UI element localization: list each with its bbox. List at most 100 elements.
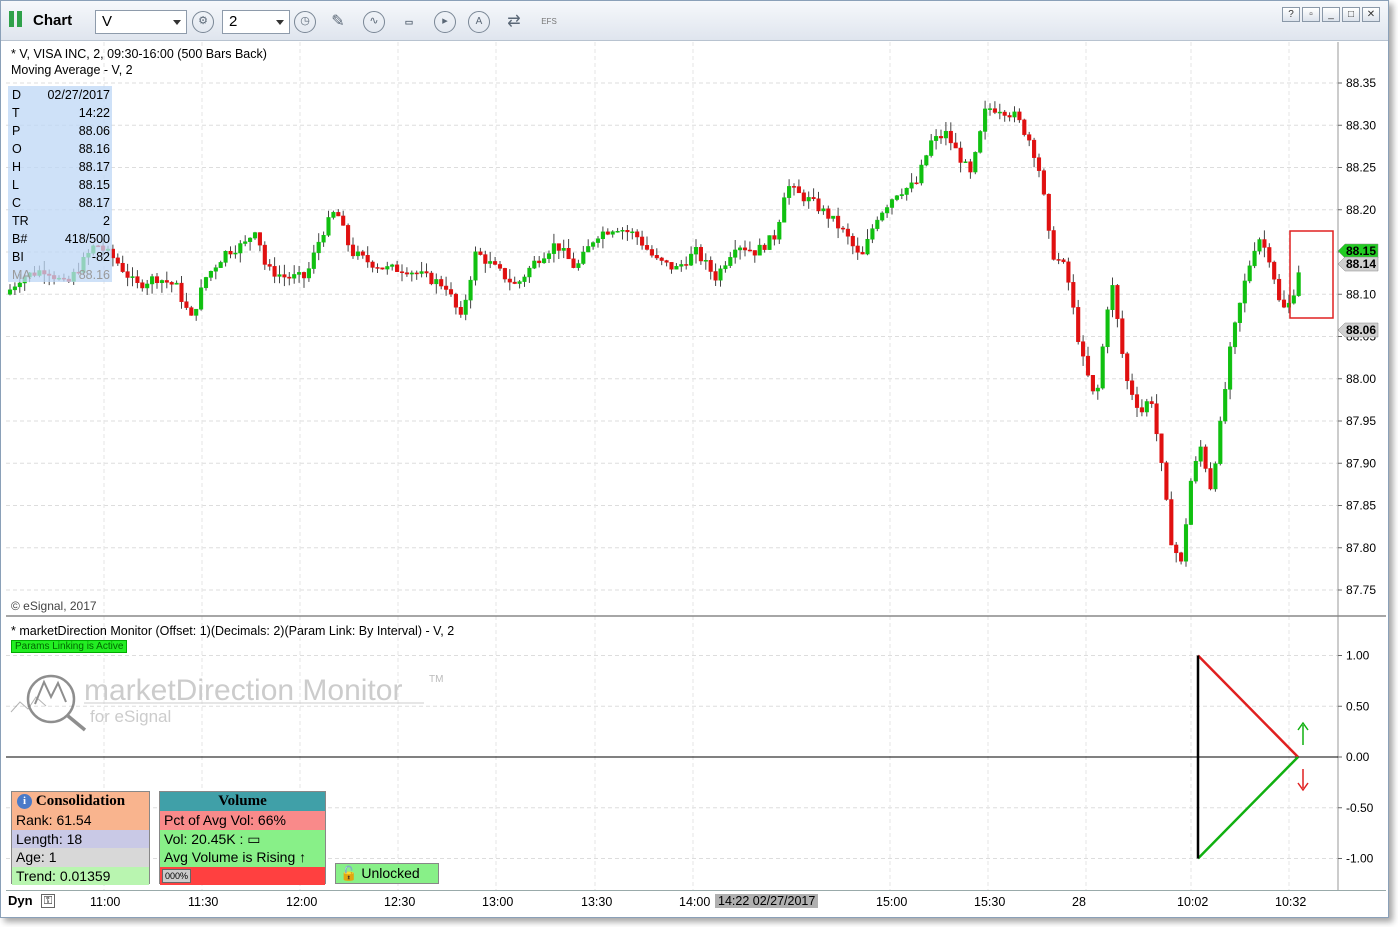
link-icon[interactable]: ⇄ bbox=[503, 11, 525, 33]
data-window-value: 418/500 bbox=[64, 232, 110, 246]
candle-down bbox=[654, 255, 659, 259]
help-button[interactable]: ? bbox=[1282, 7, 1300, 22]
indicator-pane-header: * marketDirection Monitor (Offset: 1)(De… bbox=[11, 624, 455, 638]
lock-icon[interactable]: ⚿ bbox=[41, 894, 55, 908]
candle-down bbox=[826, 208, 831, 219]
symbol-combo[interactable]: V bbox=[95, 10, 187, 34]
consolidation-panel: i Consolidation Rank: 61.54 Length: 18 Age:… bbox=[11, 791, 150, 885]
info-icon: i bbox=[17, 794, 32, 809]
candle-down bbox=[169, 282, 174, 285]
candle-down bbox=[154, 276, 160, 284]
candle-down bbox=[836, 215, 841, 229]
dyn-mode-label[interactable]: Dyn bbox=[8, 893, 33, 908]
candle-up bbox=[252, 232, 258, 239]
candle-up bbox=[831, 215, 836, 219]
efs-icon[interactable]: EFS bbox=[538, 11, 560, 33]
info-row: Rank: 61.54 bbox=[12, 811, 149, 830]
maximize-button[interactable]: □ bbox=[1342, 7, 1360, 22]
candle-up bbox=[757, 244, 762, 256]
candle-up bbox=[292, 274, 297, 279]
alert-icon[interactable]: A bbox=[468, 11, 490, 33]
candle-up bbox=[983, 108, 988, 132]
candle-up bbox=[1247, 265, 1252, 282]
candle-up bbox=[311, 252, 316, 269]
candle-down bbox=[747, 249, 752, 252]
y-tick-label: 87.80 bbox=[1346, 541, 1376, 555]
clock-icon[interactable]: ◷ bbox=[294, 11, 316, 33]
candle-up bbox=[277, 274, 282, 277]
y-tick-label: 87.95 bbox=[1346, 414, 1376, 428]
candle-down bbox=[1272, 261, 1277, 280]
data-window-key: C bbox=[12, 196, 22, 210]
candle-up bbox=[321, 235, 326, 243]
y-tick-label: 88.30 bbox=[1346, 118, 1376, 132]
candle-up bbox=[924, 155, 929, 166]
candle-up bbox=[963, 161, 968, 164]
data-window-key: MA bbox=[12, 268, 31, 282]
chart-area[interactable]: 88.3588.3088.2588.2088.1588.1088.0588.00… bbox=[6, 42, 1386, 890]
candle-down bbox=[1056, 259, 1061, 261]
candle-up bbox=[434, 279, 439, 285]
data-window-key: B# bbox=[12, 232, 28, 246]
indicator-icon[interactable]: ∿ bbox=[363, 11, 385, 33]
candle-down bbox=[1154, 403, 1159, 435]
candle-up bbox=[586, 246, 591, 253]
candle-up bbox=[208, 271, 213, 278]
candle-down bbox=[444, 285, 449, 290]
candle-down bbox=[914, 182, 919, 185]
play-icon[interactable]: ▸ bbox=[434, 11, 456, 33]
candle-down bbox=[257, 232, 262, 246]
candle-down bbox=[429, 272, 434, 285]
y-tick-label: 88.10 bbox=[1346, 287, 1376, 301]
settings-icon[interactable]: ⚙ bbox=[192, 11, 214, 33]
candle-up bbox=[1100, 346, 1105, 389]
candle-up bbox=[997, 111, 1002, 114]
candle-down bbox=[713, 271, 718, 281]
candle-up bbox=[1095, 387, 1100, 392]
candle-down bbox=[267, 264, 272, 267]
data-window-row: L 88.15 bbox=[8, 176, 112, 194]
candle-down bbox=[708, 260, 713, 272]
candle-down bbox=[1071, 282, 1076, 308]
x-tick-label: 10:02 bbox=[1177, 895, 1209, 909]
candle-down bbox=[1174, 544, 1179, 554]
candle-up bbox=[894, 195, 899, 200]
candle-up bbox=[297, 272, 302, 275]
candle-up bbox=[463, 299, 468, 315]
candle-down bbox=[164, 280, 169, 283]
candle-up bbox=[733, 249, 738, 258]
candle-up bbox=[238, 243, 243, 254]
candle-up bbox=[12, 286, 17, 291]
candle-up bbox=[679, 264, 684, 267]
candle-up bbox=[218, 262, 223, 268]
candle-up bbox=[723, 265, 728, 270]
candle-up bbox=[929, 140, 934, 156]
data-window-row: D 02/27/2017 bbox=[8, 86, 112, 104]
candle-up bbox=[145, 283, 150, 289]
candle-down bbox=[179, 282, 184, 302]
candle-down bbox=[649, 249, 654, 256]
interval-combo[interactable]: 2 bbox=[222, 10, 290, 34]
data-window-row: O 88.16 bbox=[8, 140, 112, 158]
pencil-icon[interactable]: ✎ bbox=[327, 11, 349, 33]
candle-down bbox=[669, 262, 674, 270]
candle-down bbox=[762, 244, 767, 250]
close-button[interactable]: ✕ bbox=[1362, 7, 1380, 22]
candle-up bbox=[1252, 250, 1257, 267]
unlocked-button[interactable]: 🔓 Unlocked bbox=[335, 863, 439, 884]
candle-down bbox=[664, 260, 669, 263]
candle-down bbox=[282, 274, 287, 278]
candle-down bbox=[811, 197, 816, 200]
candle-down bbox=[801, 192, 806, 202]
info-row: Length: 18 bbox=[12, 829, 149, 848]
x-tick-label: 13:30 bbox=[581, 895, 613, 909]
candle-down bbox=[1022, 119, 1027, 135]
candle-up bbox=[306, 268, 311, 279]
restore-button[interactable]: ▫ bbox=[1302, 7, 1320, 22]
text-icon[interactable]: ▭ bbox=[398, 11, 420, 33]
data-window-value: 88.16 bbox=[78, 268, 110, 282]
candle-down bbox=[125, 271, 130, 278]
data-window-row: C 88.17 bbox=[8, 194, 112, 212]
minimize-button[interactable]: _ bbox=[1322, 7, 1340, 22]
candle-up bbox=[600, 231, 605, 239]
